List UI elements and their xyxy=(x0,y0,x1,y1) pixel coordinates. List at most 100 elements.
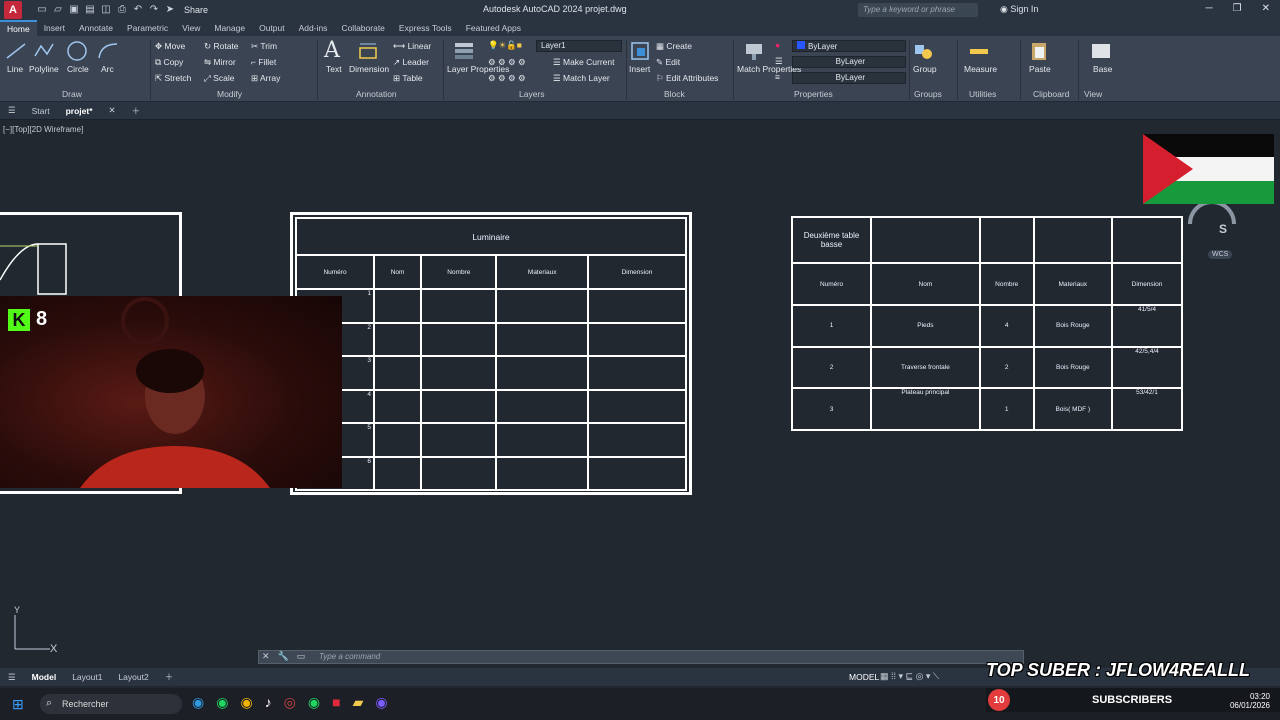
tab-view[interactable]: View xyxy=(175,20,207,36)
taskbar-search[interactable]: Rechercher xyxy=(40,694,182,714)
edit-block-button[interactable]: ✎ Edit xyxy=(656,57,680,68)
autocad-logo-icon[interactable]: A xyxy=(4,1,22,19)
obs-icon[interactable]: ◎ xyxy=(284,694,296,711)
annotation-panel-label[interactable]: Annotation xyxy=(356,89,397,99)
customize-icon[interactable]: 🔧 xyxy=(278,651,289,662)
spotify-icon[interactable]: ◉ xyxy=(216,694,228,711)
fillet-button[interactable]: ⌐ Fillet xyxy=(251,57,276,67)
edge-icon[interactable]: ◉ xyxy=(192,694,204,711)
open-icon[interactable]: ▱ xyxy=(52,4,64,16)
create-block-button[interactable]: ▦ Create xyxy=(656,41,692,52)
minimize-icon[interactable]: ─ xyxy=(1206,3,1213,14)
tab-layout1[interactable]: Layout1 xyxy=(64,672,110,682)
table-basse[interactable]: Deuxième table basse Numéro Nom Nombre M… xyxy=(791,216,1183,431)
add-layout-icon[interactable]: ＋ xyxy=(157,671,182,683)
tab-start[interactable]: Start xyxy=(24,106,58,116)
recent-commands-icon[interactable]: ▭ xyxy=(297,651,306,662)
discord-icon[interactable]: ◉ xyxy=(375,694,387,711)
circle-icon[interactable] xyxy=(66,40,88,62)
undo-icon[interactable]: ↶ xyxy=(132,4,144,16)
wcs-menu[interactable]: WCS xyxy=(1208,250,1233,259)
tab-collaborate[interactable]: Collaborate xyxy=(334,20,391,36)
tab-annotate[interactable]: Annotate xyxy=(72,20,120,36)
layers-panel-label[interactable]: Layers xyxy=(519,89,545,99)
groups-panel-label[interactable]: Groups xyxy=(914,89,942,99)
modify-panel-label[interactable]: Modify xyxy=(217,89,242,99)
utilities-panel-label[interactable]: Utilities xyxy=(969,89,996,99)
layout-menu-icon[interactable]: ☰ xyxy=(0,672,24,683)
mirror-button[interactable]: ⇋ Mirror xyxy=(204,57,236,68)
linear-button[interactable]: ⟷ Linear xyxy=(393,41,431,52)
tab-add-ins[interactable]: Add-ins xyxy=(292,20,335,36)
layer-dropdown[interactable]: Layer1 xyxy=(536,40,622,52)
autocad-taskbar-icon[interactable]: ■ xyxy=(332,694,340,711)
tab-parametric[interactable]: Parametric xyxy=(120,20,175,36)
tab-layout2[interactable]: Layout2 xyxy=(110,672,156,682)
tab-manage[interactable]: Manage xyxy=(207,20,252,36)
scale-button[interactable]: ⤢ Scale xyxy=(204,73,234,84)
make-current-button[interactable]: ☰ Make Current xyxy=(553,57,614,68)
insert-icon[interactable] xyxy=(629,40,651,62)
plot-icon[interactable]: ⎙ xyxy=(116,4,128,16)
sign-in-button[interactable]: ◉ Sign In xyxy=(1000,4,1038,15)
menu-icon[interactable]: ☰ xyxy=(0,105,24,116)
color-dropdown[interactable]: ByLayer xyxy=(792,40,906,52)
tab-output[interactable]: Output xyxy=(252,20,292,36)
clipboard-panel-label[interactable]: Clipboard xyxy=(1033,89,1069,99)
redo-icon[interactable]: ↷ xyxy=(148,4,160,16)
polyline-button[interactable]: Polyline xyxy=(29,64,59,74)
array-button[interactable]: ⊞ Array xyxy=(251,73,280,84)
polyline-icon[interactable] xyxy=(33,40,55,62)
windows-start-icon[interactable]: ⊞ xyxy=(12,696,24,713)
file-explorer-icon[interactable]: ▰ xyxy=(353,694,364,711)
arc-icon[interactable] xyxy=(97,40,119,62)
spotify-icon-2[interactable]: ◉ xyxy=(308,694,320,711)
share-button[interactable]: Share xyxy=(184,5,208,15)
trim-button[interactable]: ✂ Trim xyxy=(251,41,277,52)
table-button[interactable]: ⊞ Table xyxy=(393,73,423,84)
system-clock[interactable]: 03:20 06/01/2026 xyxy=(1230,692,1270,710)
layer-tools-icons[interactable]: ⚙ ⚙ ⚙ ⚙ xyxy=(488,57,526,68)
group-icon[interactable] xyxy=(912,40,934,62)
edit-attributes-button[interactable]: ⚐ Edit Attributes xyxy=(656,73,718,84)
chrome-icon[interactable]: ◉ xyxy=(240,694,252,711)
text-button[interactable]: Text xyxy=(326,64,342,74)
model-space-button[interactable]: MODEL xyxy=(849,672,879,682)
group-button[interactable]: Group xyxy=(913,64,937,74)
line-button[interactable]: Line xyxy=(7,64,23,74)
base-button[interactable]: Base xyxy=(1093,64,1112,74)
block-panel-label[interactable]: Block xyxy=(664,89,685,99)
close-tab-icon[interactable]: ✕ xyxy=(101,105,124,116)
paste-icon[interactable] xyxy=(1028,40,1050,62)
tab-featured-apps[interactable]: Featured Apps xyxy=(459,20,528,36)
viewport-controls[interactable]: [−][Top][2D Wireframe] xyxy=(3,125,83,134)
circle-button[interactable]: Circle xyxy=(67,64,89,74)
lineweight-dropdown[interactable]: ByLayer xyxy=(792,72,906,84)
paste-button[interactable]: Paste xyxy=(1029,64,1051,74)
dimension-button[interactable]: Dimension xyxy=(349,64,389,74)
close-icon[interactable]: ✕ xyxy=(1262,3,1270,14)
view-panel-label[interactable]: View xyxy=(1084,89,1102,99)
base-view-icon[interactable] xyxy=(1090,40,1112,62)
status-bar-icons[interactable]: ▦ ⁞⁞ ▾ ⊑ ◎ ▾ ⟍ xyxy=(880,671,939,682)
viewcube[interactable] xyxy=(1184,200,1240,256)
move-button[interactable]: ✥ Move xyxy=(155,41,185,52)
layer-properties-icon[interactable] xyxy=(453,40,475,62)
tab-insert[interactable]: Insert xyxy=(37,20,72,36)
dimension-icon[interactable] xyxy=(357,40,379,62)
layer-tools-icons-2[interactable]: ⚙ ⚙ ⚙ ⚙ xyxy=(488,73,526,84)
tiktok-icon[interactable]: ♪ xyxy=(265,694,272,711)
measure-icon[interactable] xyxy=(968,40,990,62)
save-icon[interactable]: ▣ xyxy=(68,4,80,16)
maximize-icon[interactable]: ❐ xyxy=(1233,3,1242,14)
share-icon[interactable]: ➤ xyxy=(164,4,176,16)
leader-button[interactable]: ↗ Leader xyxy=(393,57,429,68)
match-properties-icon[interactable] xyxy=(743,40,765,62)
rotate-button[interactable]: ↻ Rotate xyxy=(204,41,239,52)
tab-model[interactable]: Model xyxy=(24,672,65,682)
save-as-icon[interactable]: ▤ xyxy=(84,4,96,16)
stretch-button[interactable]: ⇱ Stretch xyxy=(155,73,191,84)
draw-panel-label[interactable]: Draw xyxy=(62,89,82,99)
linetype-dropdown[interactable]: ByLayer xyxy=(792,56,906,68)
new-icon[interactable]: ▭ xyxy=(36,4,48,16)
